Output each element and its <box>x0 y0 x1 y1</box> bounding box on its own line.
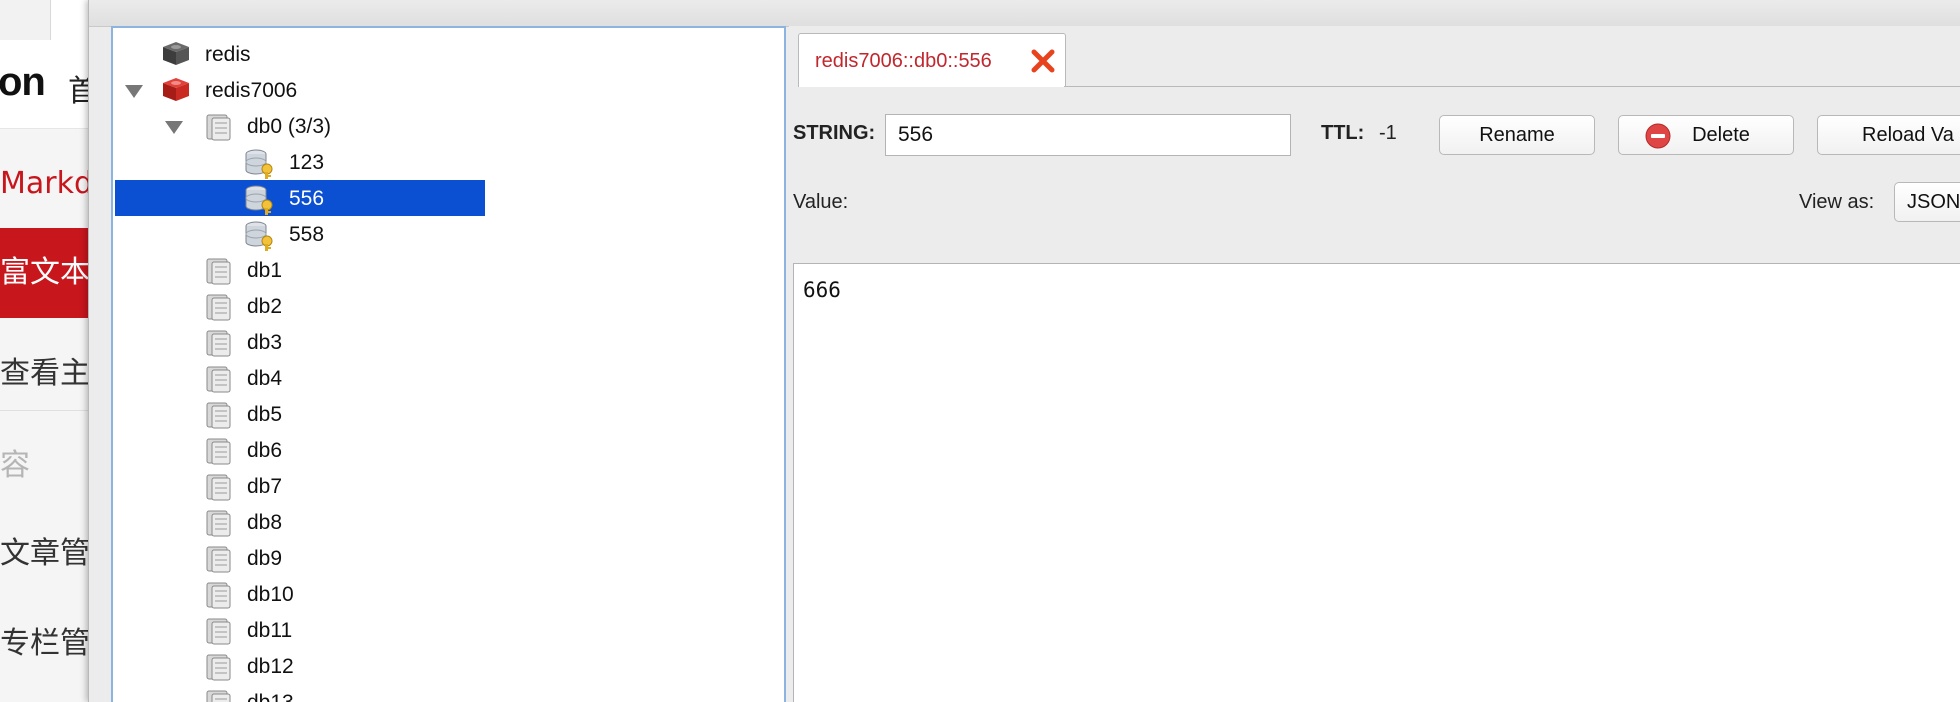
tree-item-redis7006[interactable]: redis7006 <box>113 72 493 108</box>
background-nav-markdown[interactable]: Markdo <box>0 166 88 201</box>
key-name-input[interactable] <box>885 114 1291 156</box>
tree-item-redis[interactable]: redis <box>113 36 493 72</box>
redis-client-window: redis redis7006 db0 (3/3) 123 556 558 db… <box>88 0 1960 702</box>
tree-item-key-123[interactable]: 123 <box>113 144 493 180</box>
view-as-label: View as: <box>1799 191 1875 213</box>
key-details-panel: redis7006::db0::556 STRING: TTL: -1 Rena… <box>789 26 1960 702</box>
screen: on 首 Markdo 富文本编 查看主页 容 文章管理 专栏管理 <box>0 0 1960 702</box>
background-divider <box>0 410 88 411</box>
database-icon <box>203 580 235 615</box>
tree-item-db4[interactable]: db4 <box>113 360 493 396</box>
tree-item-db1[interactable]: db1 <box>113 252 493 288</box>
database-icon <box>203 652 235 687</box>
tree-item-db2[interactable]: db2 <box>113 288 493 324</box>
tree-item-db5[interactable]: db5 <box>113 396 493 432</box>
tab-key-556[interactable]: redis7006::db0::556 <box>798 33 1066 88</box>
tree-item-db8[interactable]: db8 <box>113 504 493 540</box>
rename-button[interactable]: Rename <box>1439 115 1595 155</box>
background-home-link[interactable]: 首 <box>68 66 88 110</box>
tree-item-label: db4 <box>247 367 283 390</box>
tree-item-label: db11 <box>247 619 293 642</box>
tree-item-label: db0 (3/3) <box>247 115 332 138</box>
background-header: on 首 <box>0 0 88 129</box>
delete-button-label: Delete <box>1692 124 1750 146</box>
background-section-heading: 容 <box>0 448 30 483</box>
tree-item-key-556[interactable]: 556 <box>115 180 485 216</box>
view-as-select[interactable]: JSON <box>1894 182 1960 222</box>
ttl-label: TTL: <box>1321 122 1365 144</box>
expand-arrow-icon[interactable] <box>125 85 143 98</box>
redis-server-icon <box>161 40 191 73</box>
value-content: 666 <box>803 278 841 302</box>
database-icon <box>203 544 235 579</box>
tree-item-label: 556 <box>289 187 325 210</box>
tree-item-label: db7 <box>247 475 283 498</box>
tree-item-label: db10 <box>247 583 294 606</box>
key-editor: STRING: TTL: -1 Rename Delete <box>789 87 1960 702</box>
tree-item-label: db13 <box>247 691 294 702</box>
database-icon <box>203 328 235 363</box>
reload-value-button[interactable]: Reload Va <box>1817 115 1960 155</box>
background-logo: on <box>0 60 46 104</box>
database-icon <box>203 400 235 435</box>
view-as-selected-value: JSON <box>1907 191 1960 213</box>
tree-item-db12[interactable]: db12 <box>113 648 493 684</box>
ttl-value: -1 <box>1379 122 1397 144</box>
tree-item-key-558[interactable]: 558 <box>113 216 493 252</box>
tree-item-label: db8 <box>247 511 283 534</box>
rename-button-label: Rename <box>1479 124 1555 146</box>
reload-button-label: Reload Va <box>1862 124 1954 146</box>
tree-item-db7[interactable]: db7 <box>113 468 493 504</box>
expand-arrow-icon[interactable] <box>165 121 183 134</box>
value-editor[interactable]: 666 <box>793 263 1960 702</box>
tree-item-label: redis <box>205 43 251 66</box>
tree-item-label: db5 <box>247 403 283 426</box>
tree-item-label: 558 <box>289 223 325 246</box>
database-icon <box>203 112 235 147</box>
background-nav-homepage[interactable]: 查看主页 <box>0 348 88 392</box>
database-icon <box>203 508 235 543</box>
delete-icon <box>1645 123 1671 149</box>
tree-item-label: db6 <box>247 439 283 462</box>
window-title-bar[interactable] <box>89 0 1960 27</box>
tree-item-label: 123 <box>289 151 325 174</box>
background-nav-richtext[interactable]: 富文本编 <box>0 228 88 318</box>
value-label: Value: <box>793 191 849 213</box>
close-icon[interactable] <box>1028 46 1058 76</box>
database-icon <box>203 292 235 327</box>
redis-server-icon <box>161 76 191 109</box>
delete-button[interactable]: Delete <box>1618 115 1794 155</box>
background-browser-tab <box>0 0 51 40</box>
database-icon <box>203 256 235 291</box>
database-icon <box>203 364 235 399</box>
database-icon <box>203 688 235 702</box>
background-web-page: on 首 Markdo 富文本编 查看主页 容 文章管理 专栏管理 <box>0 0 88 702</box>
database-icon <box>203 616 235 651</box>
tree-item-label: db9 <box>247 547 283 570</box>
tree-item-label: db12 <box>247 655 294 678</box>
connection-tree[interactable]: redis redis7006 db0 (3/3) 123 556 558 db… <box>111 26 786 702</box>
tree-item-db3[interactable]: db3 <box>113 324 493 360</box>
tree-item-db0[interactable]: db0 (3/3) <box>113 108 493 144</box>
database-icon <box>203 436 235 471</box>
tree-item-db10[interactable]: db10 <box>113 576 493 612</box>
tree-item-db6[interactable]: db6 <box>113 432 493 468</box>
background-nav-articles[interactable]: 文章管理 <box>0 528 88 572</box>
tree-item-label: db1 <box>247 259 283 282</box>
tree-item-label: db3 <box>247 331 283 354</box>
tree-item-db9[interactable]: db9 <box>113 540 493 576</box>
background-nav-columns[interactable]: 专栏管理 <box>0 618 88 662</box>
tree-item-label: db2 <box>247 295 283 318</box>
tree-item-label: redis7006 <box>205 79 298 102</box>
key-type-label: STRING: <box>793 122 876 144</box>
database-icon <box>203 472 235 507</box>
tree-item-db13[interactable]: db13 <box>113 684 493 702</box>
tree-item-db11[interactable]: db11 <box>113 612 493 648</box>
tab-title: redis7006::db0::556 <box>815 50 992 72</box>
